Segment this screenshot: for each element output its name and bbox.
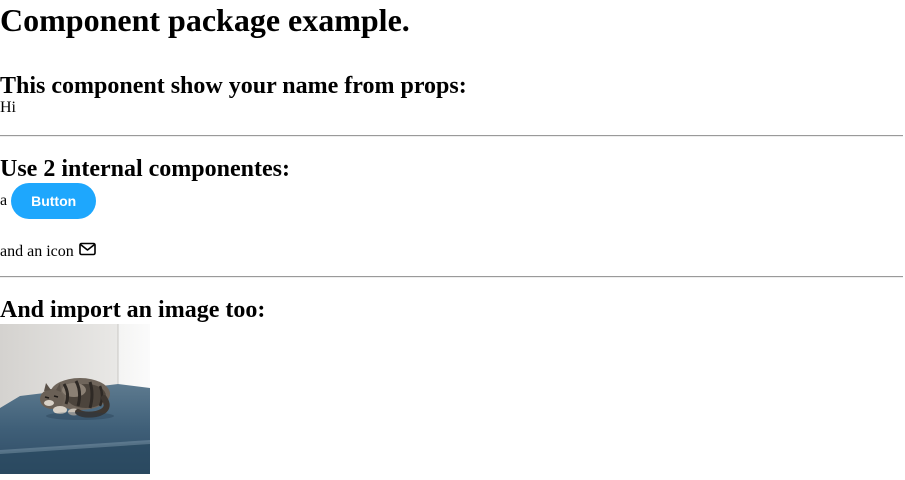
props-heading: This component show your name from props… (0, 73, 467, 99)
divider-2 (0, 276, 903, 278)
greeting-text: Hi (0, 99, 16, 116)
button-row: a Button (0, 183, 97, 219)
mail-icon (78, 242, 96, 256)
demo-button[interactable]: Button (11, 183, 97, 219)
internal-components-heading: Use 2 internal componentes: (0, 156, 290, 182)
button-prefix-text: a (0, 192, 8, 209)
image-heading: And import an image too: (0, 297, 266, 323)
page-title: Component package example. (0, 2, 410, 38)
icon-row: and an icon (0, 237, 96, 261)
cat-photo (0, 324, 150, 474)
divider-1 (0, 135, 903, 137)
icon-label-text: and an icon (0, 243, 74, 260)
